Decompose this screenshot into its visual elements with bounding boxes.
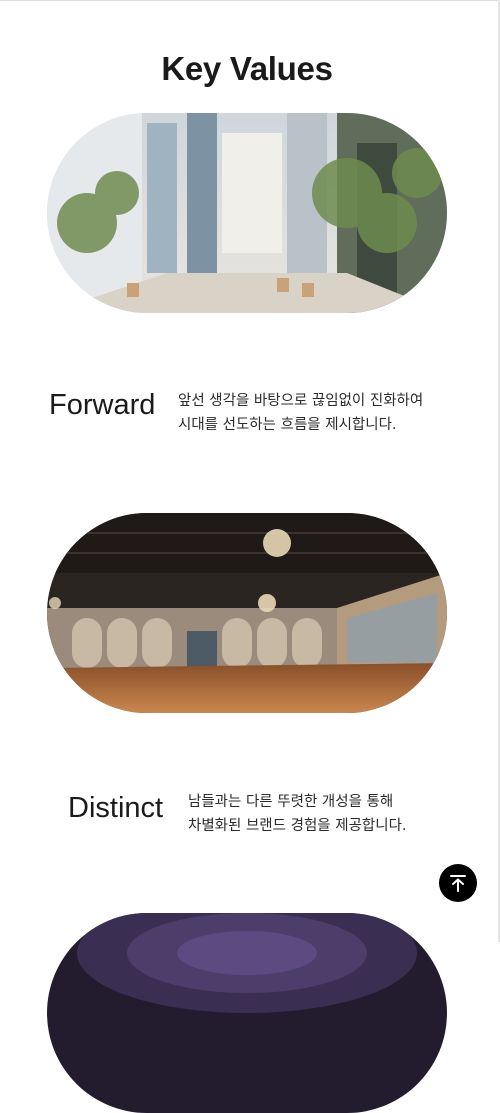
value-description-line-1: 앞선 생각을 바탕으로 끊임없이 진화하여	[178, 393, 424, 409]
value-description-line-2: 차별화된 브랜드 경험을 제공합니다.	[188, 818, 407, 834]
section-title: Key Values	[161, 50, 333, 88]
top-border	[0, 0, 500, 1]
value-description-line-2: 시대를 선도하는 흐름을 제시합니다.	[178, 417, 397, 433]
value-name: Forward	[49, 389, 156, 421]
dome-hall-photo-icon	[47, 913, 447, 1113]
scroll-to-top-button[interactable]	[439, 864, 477, 902]
dome-hall-image	[47, 913, 447, 1113]
arrow-up-to-top-icon	[450, 875, 466, 892]
ballroom-image	[47, 513, 447, 713]
ballroom-photo-icon	[47, 513, 447, 713]
value-description-line-1: 남들과는 다른 뚜렷한 개성을 통해	[188, 794, 394, 810]
atrium-photo-icon	[47, 113, 447, 313]
value-name: Distinct	[68, 792, 164, 824]
atrium-image	[47, 113, 447, 313]
